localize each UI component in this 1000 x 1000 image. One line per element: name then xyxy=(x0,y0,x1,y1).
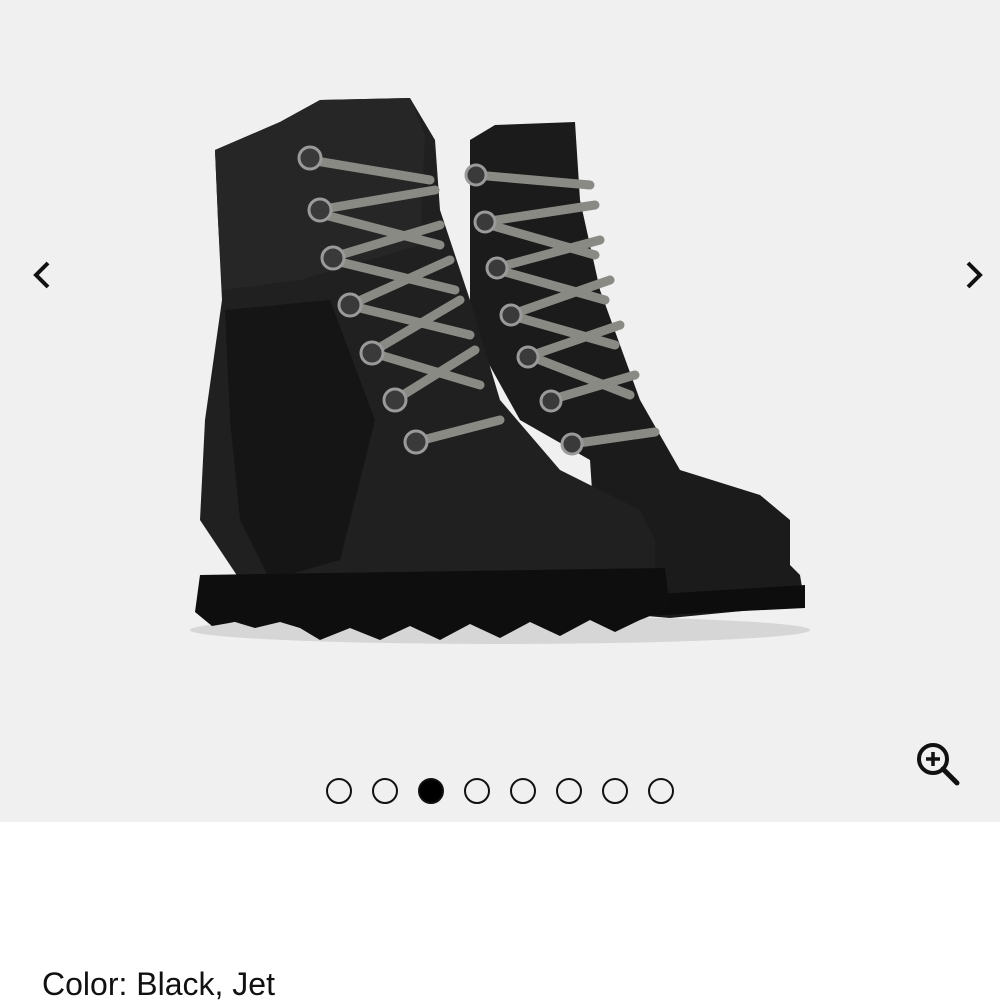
chevron-left-icon xyxy=(33,261,50,289)
image-pagination xyxy=(0,776,1000,806)
pagination-dot[interactable] xyxy=(372,778,398,804)
pagination-dot[interactable] xyxy=(510,778,536,804)
product-image xyxy=(190,98,810,644)
color-value: Black, Jet xyxy=(136,966,275,1000)
chevron-right-icon xyxy=(966,261,983,289)
pagination-dot[interactable] xyxy=(326,778,352,804)
color-label: Color: xyxy=(42,966,128,1000)
pagination-dot-active[interactable] xyxy=(418,778,444,804)
next-image-button[interactable] xyxy=(950,250,1000,300)
pagination-dot[interactable] xyxy=(602,778,628,804)
pagination-dot[interactable] xyxy=(464,778,490,804)
previous-image-button[interactable] xyxy=(16,250,66,300)
pagination-dot[interactable] xyxy=(648,778,674,804)
product-image-gallery xyxy=(0,0,1000,822)
pagination-dot[interactable] xyxy=(556,778,582,804)
product-color: Color: Black, Jet xyxy=(42,966,275,1000)
